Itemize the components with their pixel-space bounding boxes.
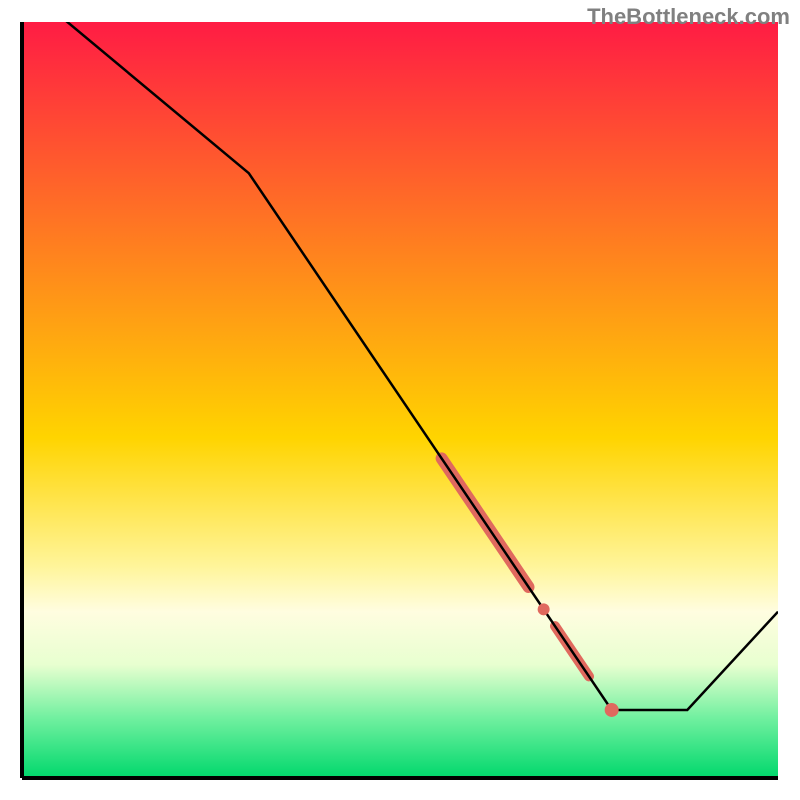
highlight-dot — [538, 603, 550, 615]
bottleneck-chart: TheBottleneck.com — [0, 0, 800, 800]
watermark-text: TheBottleneck.com — [587, 4, 790, 30]
highlight-dot — [605, 703, 619, 717]
chart-svg — [0, 0, 800, 800]
gradient-background — [22, 22, 778, 778]
